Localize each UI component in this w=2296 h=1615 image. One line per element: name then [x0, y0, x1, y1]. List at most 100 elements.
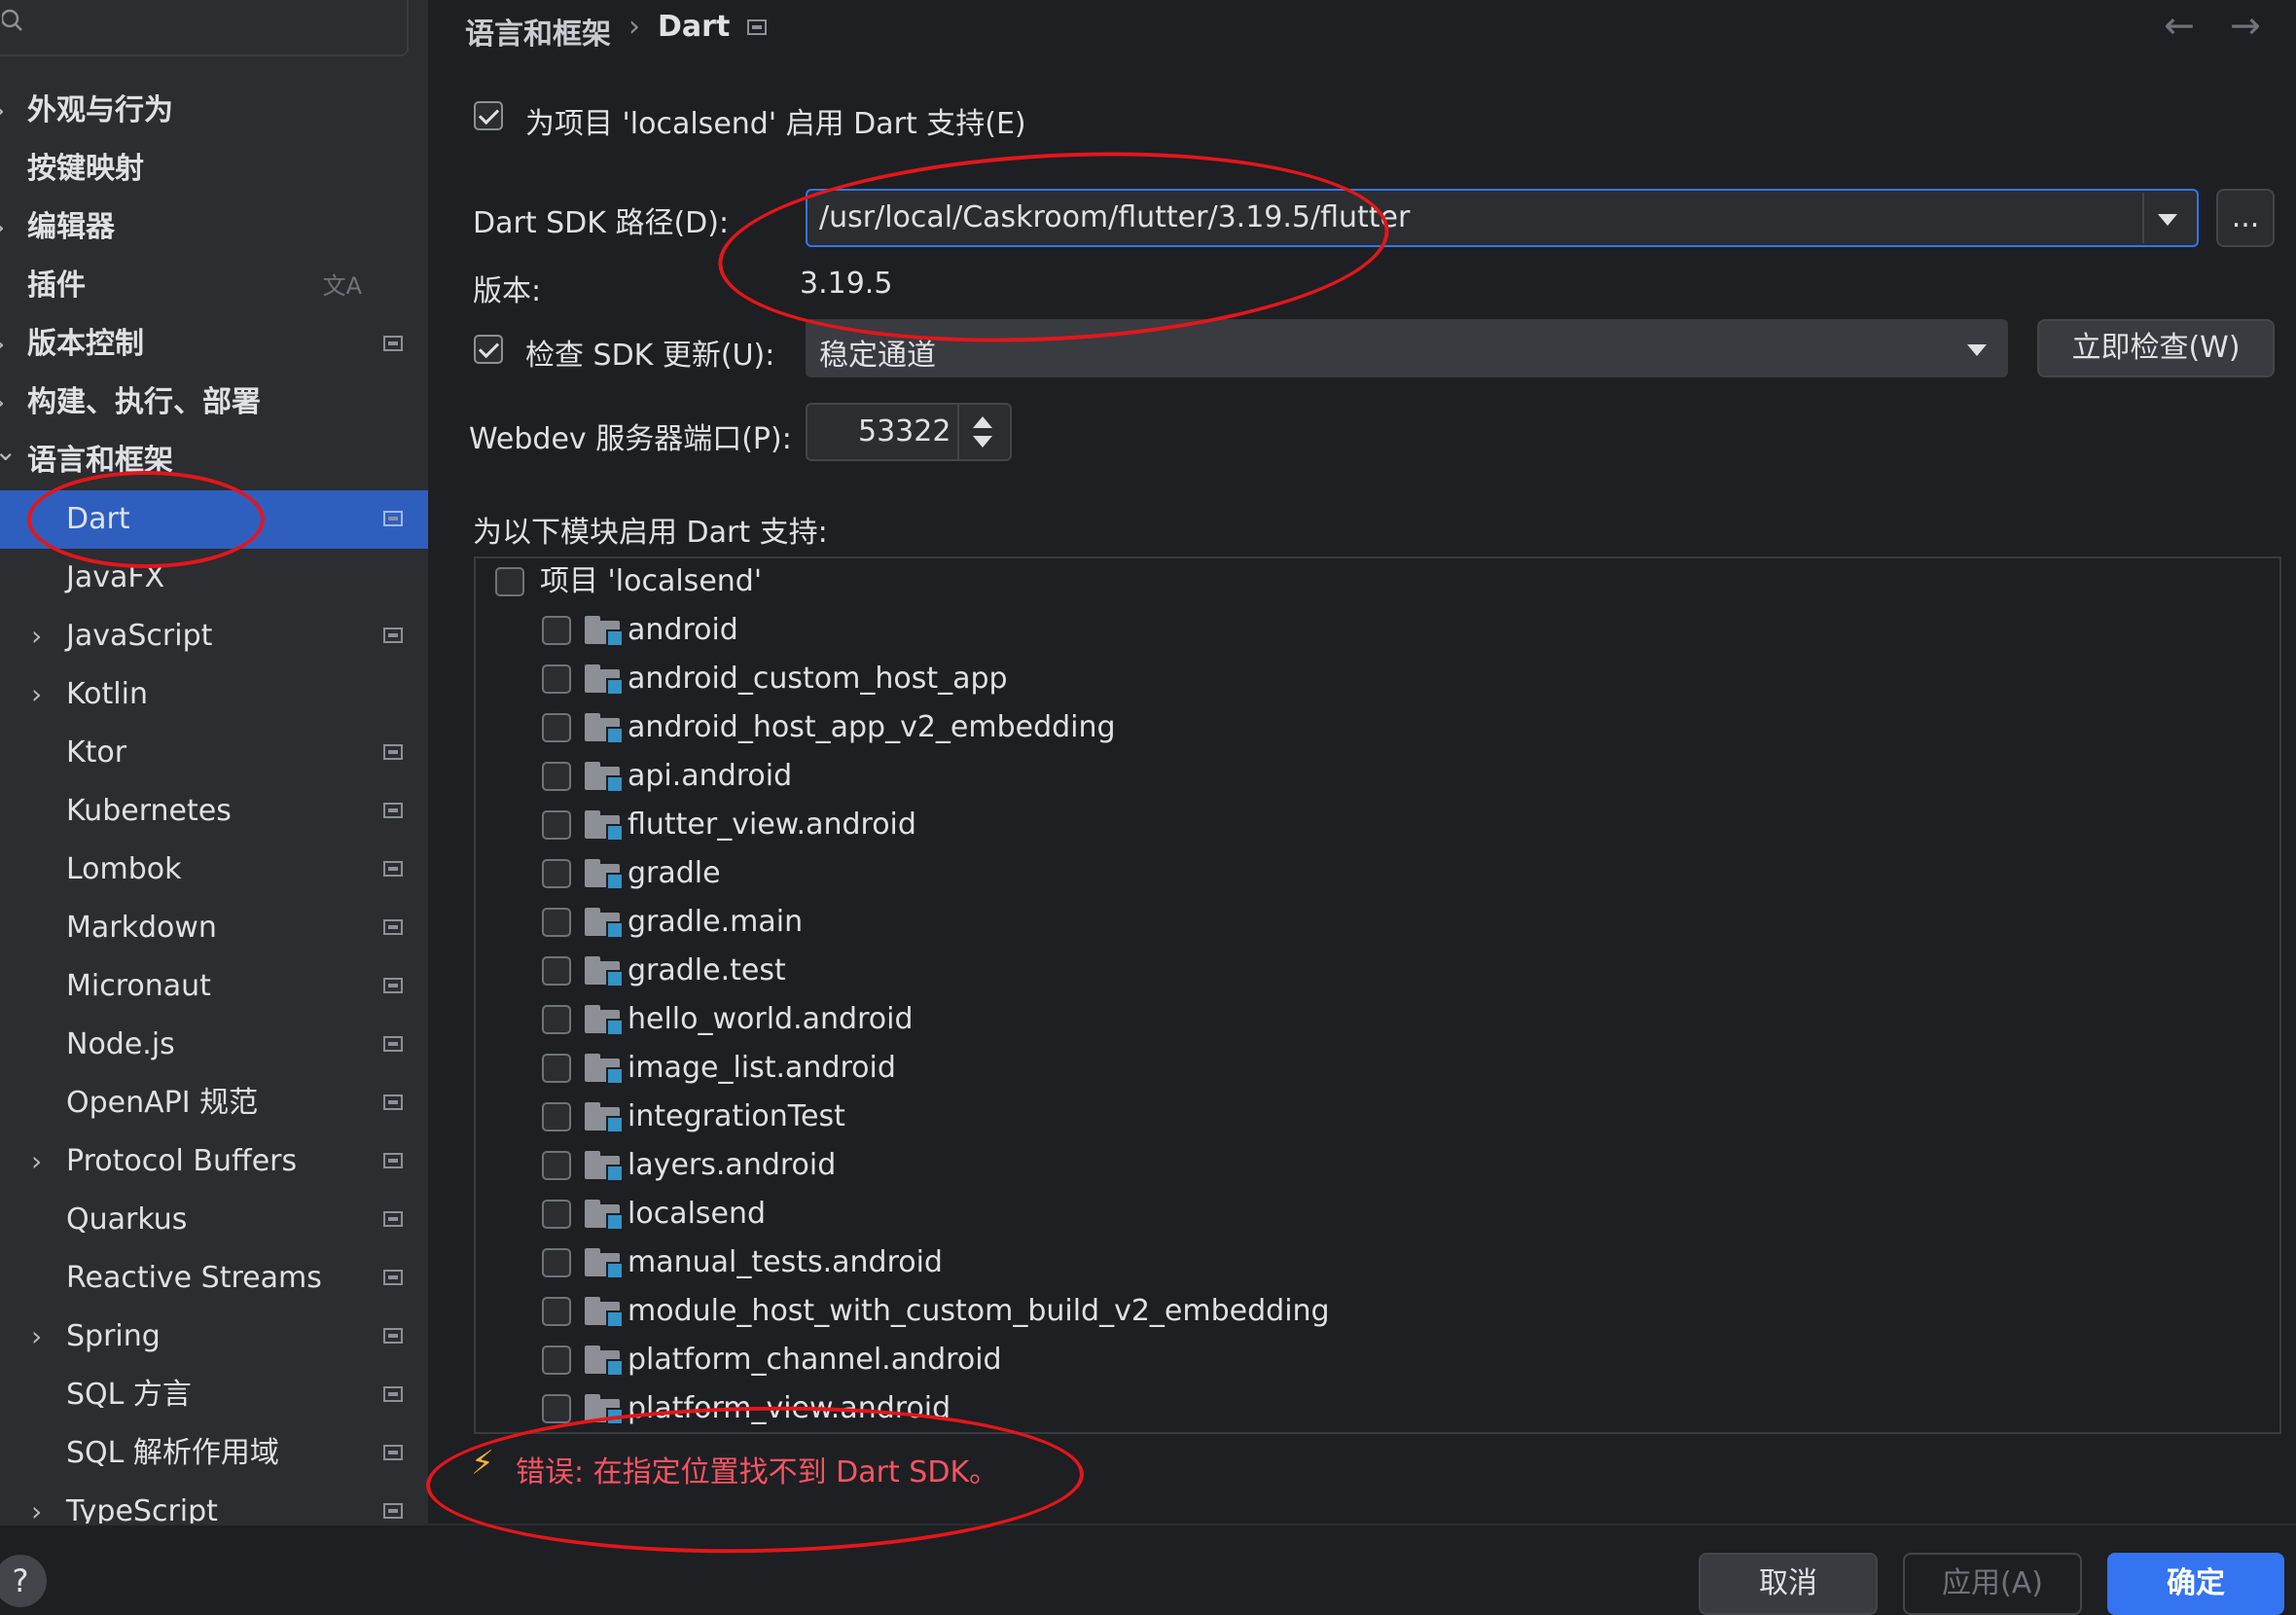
- module-row[interactable]: gradle.test: [476, 948, 2276, 994]
- sidebar-item[interactable]: JavaFX: [0, 549, 428, 607]
- module-row[interactable]: android_custom_host_app: [476, 656, 2276, 702]
- sidebar-item[interactable]: ›构建、执行、部署: [0, 374, 428, 432]
- module-checkbox[interactable]: [542, 810, 571, 840]
- module-checkbox[interactable]: [542, 956, 571, 986]
- module-checkbox[interactable]: [542, 762, 571, 791]
- modules-list[interactable]: 项目 'localsend' android android_custom_hos…: [474, 556, 2281, 1434]
- module-folder-icon: [585, 908, 624, 939]
- spinner-up-icon[interactable]: [973, 416, 992, 428]
- sidebar-item[interactable]: ⌄ 语言和框架: [0, 432, 428, 490]
- chevron-right-icon[interactable]: ›: [31, 1483, 42, 1524]
- sidebar-item[interactable]: SQL 解析作用域: [0, 1424, 428, 1483]
- enable-dart-label[interactable]: 为项目 'localsend' 启用 Dart 支持(E): [525, 99, 1026, 142]
- module-checkbox[interactable]: [542, 616, 571, 645]
- module-root-checkbox[interactable]: [495, 567, 524, 596]
- module-row[interactable]: module_host_with_custom_build_v2_embeddi…: [476, 1288, 2276, 1335]
- sidebar-item-label: Node.js: [66, 1027, 175, 1061]
- module-row[interactable]: gradle.main: [476, 899, 2276, 946]
- sdk-path-input[interactable]: /usr/local/Caskroom/flutter/3.19.5/flutt…: [819, 200, 1410, 234]
- sidebar-item[interactable]: 插件 文A: [0, 257, 428, 315]
- module-row[interactable]: android_host_app_v2_embedding: [476, 704, 2276, 751]
- project-scope-icon: [383, 511, 403, 526]
- module-root-row[interactable]: 项目 'localsend': [476, 558, 2276, 605]
- chevron-right-icon[interactable]: ›: [31, 1132, 42, 1191]
- module-checkbox[interactable]: [542, 1005, 571, 1034]
- module-checkbox[interactable]: [542, 664, 571, 694]
- chevron-right-icon[interactable]: ›: [31, 607, 42, 665]
- channel-select[interactable]: 稳定通道: [806, 319, 2008, 377]
- chevron-right-icon[interactable]: ›: [31, 665, 42, 724]
- module-checkbox[interactable]: [542, 1297, 571, 1326]
- sidebar-item[interactable]: › Spring: [0, 1308, 428, 1366]
- module-row[interactable]: manual_tests.android: [476, 1239, 2276, 1286]
- cancel-button[interactable]: 取消: [1699, 1553, 1878, 1615]
- ok-button[interactable]: 确定: [2107, 1553, 2284, 1615]
- module-row[interactable]: platform_view.android: [476, 1385, 2276, 1432]
- module-checkbox[interactable]: [542, 1102, 571, 1131]
- sidebar-item[interactable]: OpenAPI 规范: [0, 1074, 428, 1132]
- chevron-right-icon[interactable]: ›: [0, 82, 5, 140]
- browse-button[interactable]: ...: [2216, 189, 2275, 247]
- chevron-down-icon[interactable]: ⌄: [0, 422, 17, 481]
- sidebar-item[interactable]: Ktor: [0, 724, 428, 782]
- search-input[interactable]: [0, 0, 409, 56]
- module-checkbox[interactable]: [542, 1394, 571, 1423]
- chevron-right-icon[interactable]: ›: [31, 1308, 42, 1366]
- sidebar-item[interactable]: 按键映射: [0, 140, 428, 198]
- sidebar-item[interactable]: Quarkus: [0, 1191, 428, 1249]
- project-scope-icon: [383, 1386, 403, 1402]
- module-row[interactable]: integrationTest: [476, 1094, 2276, 1140]
- module-row[interactable]: android: [476, 607, 2276, 654]
- module-checkbox[interactable]: [542, 1248, 571, 1277]
- sidebar-item[interactable]: › Kotlin: [0, 665, 428, 724]
- enable-dart-checkbox[interactable]: [474, 101, 503, 130]
- sidebar-item[interactable]: › 外观与行为: [0, 82, 428, 140]
- sidebar-item[interactable]: › 版本控制: [0, 315, 428, 374]
- help-button[interactable]: ?: [0, 1555, 47, 1607]
- module-row[interactable]: hello_world.android: [476, 996, 2276, 1043]
- sidebar-item[interactable]: Micronaut: [0, 957, 428, 1016]
- module-row[interactable]: platform_channel.android: [476, 1337, 2276, 1383]
- sidebar-item[interactable]: SQL 方言: [0, 1366, 428, 1424]
- module-row[interactable]: layers.android: [476, 1142, 2276, 1189]
- sidebar-item[interactable]: › JavaScript: [0, 607, 428, 665]
- breadcrumb-parent[interactable]: 语言和框架: [465, 10, 611, 53]
- module-checkbox[interactable]: [542, 859, 571, 888]
- module-row[interactable]: api.android: [476, 753, 2276, 800]
- back-icon[interactable]: ←: [2164, 4, 2195, 47]
- chevron-down-icon[interactable]: [2158, 214, 2177, 226]
- module-checkbox[interactable]: [542, 713, 571, 742]
- sidebar-item[interactable]: Lombok: [0, 841, 428, 899]
- module-folder-icon: [585, 1297, 624, 1328]
- module-row[interactable]: gradle: [476, 850, 2276, 897]
- module-checkbox[interactable]: [542, 1200, 571, 1229]
- channel-value: 稳定通道: [819, 339, 936, 373]
- check-updates-label[interactable]: 检查 SDK 更新(U):: [525, 331, 774, 374]
- module-label: image_list.android: [628, 1051, 896, 1085]
- sidebar-item[interactable]: › 编辑器: [0, 198, 428, 257]
- sdk-path-combobox[interactable]: /usr/local/Caskroom/flutter/3.19.5/flutt…: [806, 189, 2199, 247]
- spinner-down-icon[interactable]: [973, 436, 992, 448]
- module-checkbox[interactable]: [542, 908, 571, 937]
- sidebar-item[interactable]: Reactive Streams: [0, 1249, 428, 1308]
- sidebar-item[interactable]: Markdown: [0, 899, 428, 957]
- sidebar-item[interactable]: Dart: [0, 490, 428, 549]
- apply-button[interactable]: 应用(A): [1903, 1553, 2082, 1615]
- sidebar-item[interactable]: › TypeScript: [0, 1483, 428, 1524]
- sidebar-item[interactable]: › Protocol Buffers: [0, 1132, 428, 1191]
- module-checkbox[interactable]: [542, 1054, 571, 1083]
- chevron-right-icon[interactable]: ›: [0, 315, 5, 374]
- module-checkbox[interactable]: [542, 1346, 571, 1375]
- sidebar-item[interactable]: Kubernetes: [0, 782, 428, 841]
- webdev-port-spinner[interactable]: 53322: [806, 403, 1012, 461]
- module-row[interactable]: localsend: [476, 1191, 2276, 1238]
- module-row[interactable]: image_list.android: [476, 1045, 2276, 1092]
- chevron-right-icon[interactable]: ›: [0, 198, 5, 257]
- module-row[interactable]: flutter_view.android: [476, 802, 2276, 848]
- check-now-button[interactable]: 立即检查(W): [2037, 319, 2275, 377]
- webdev-port-input[interactable]: 53322: [858, 414, 951, 449]
- module-checkbox[interactable]: [542, 1151, 571, 1180]
- forward-icon[interactable]: →: [2230, 4, 2261, 47]
- check-updates-checkbox[interactable]: [474, 335, 503, 364]
- sidebar-item[interactable]: Node.js: [0, 1016, 428, 1074]
